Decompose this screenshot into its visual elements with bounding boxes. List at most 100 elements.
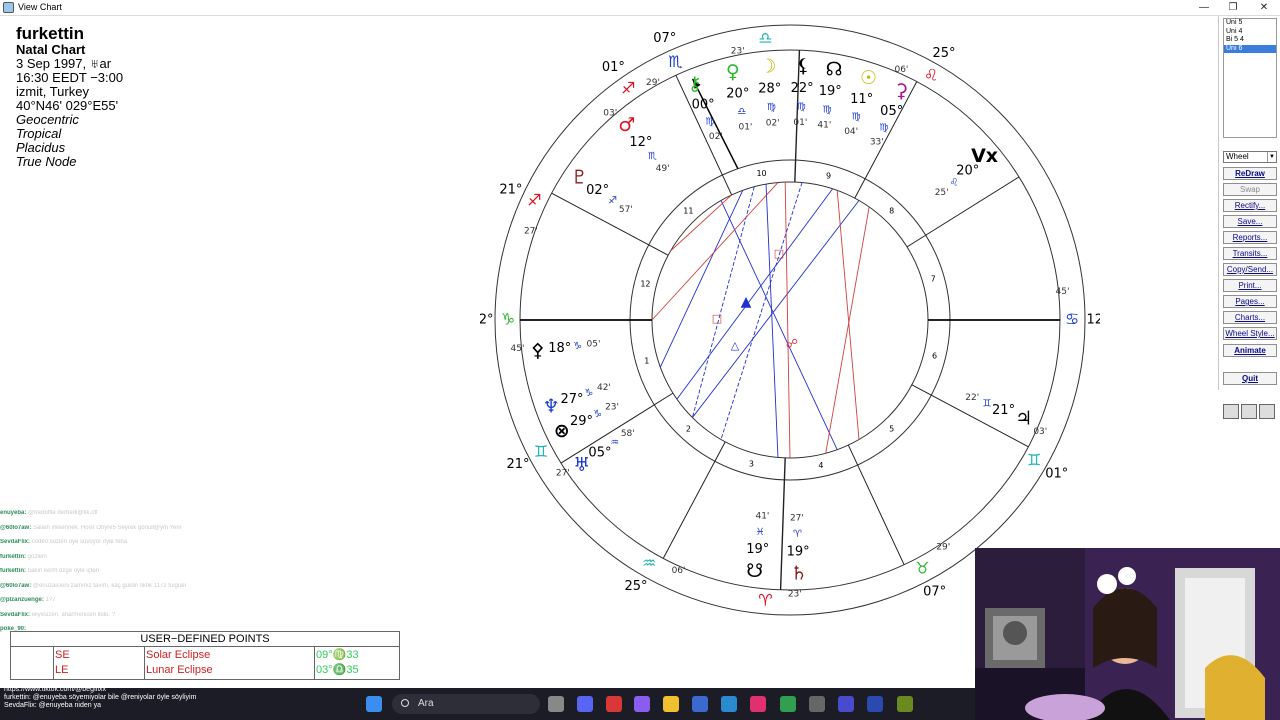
planet-degree: 02° (586, 183, 609, 198)
zodiac-sign-icon: ♊ (1027, 451, 1041, 470)
maximize-button[interactable]: ❐ (1219, 0, 1247, 15)
quit-button[interactable]: Quit (1223, 372, 1277, 385)
planet-sign-icon: ♍ (852, 111, 861, 122)
aspect-line (692, 200, 860, 418)
printer-icon[interactable] (1241, 404, 1257, 419)
obs-icon[interactable] (809, 696, 825, 712)
stream-overlay-text: https://www.tiktok.com/@begflixx furkett… (4, 686, 196, 710)
tiktok-icon[interactable] (750, 696, 766, 712)
planet-degree: 27° (560, 392, 583, 407)
close-button[interactable]: ✕ (1250, 0, 1278, 15)
cusp-degree: 07° (653, 31, 676, 46)
planet-sign-icon: ♑ (593, 409, 602, 420)
udp-position: 09°♍33 (316, 649, 359, 661)
chart-person-name: furkettin (16, 24, 84, 43)
planet-sign-icon: ♐ (608, 195, 617, 206)
file-explorer-icon[interactable] (663, 696, 679, 712)
house-number: 11 (683, 207, 693, 216)
house-number: 9 (826, 172, 831, 181)
chat-username: @60lo7aw: (0, 524, 33, 531)
pages-button[interactable]: Pages... (1223, 295, 1277, 308)
overlay-line: SevdaFlix: @enuyeba niden ya (4, 702, 101, 709)
stream-chat-overlay: enuyeba: @Iredoffie derbedi@tik.off @60lo… (0, 510, 270, 710)
cusp-minutes: 27' (556, 469, 570, 479)
search-placeholder: Ara (418, 698, 434, 709)
cusp-degree: 01° (602, 60, 625, 75)
chat-text: @enuzaisieni zamınız tavırlı, kaç güldir… (32, 582, 186, 589)
chat-username: @plzanzuenge: (0, 597, 46, 603)
chart-list-item[interactable]: Uni 6 (1224, 44, 1276, 53)
save-button[interactable]: Save... (1223, 215, 1277, 228)
discord-icon[interactable] (577, 696, 593, 712)
zodiac-sign-icon: ♏ (668, 52, 682, 71)
chat-username: furkettin: (0, 553, 28, 560)
redraw-button[interactable]: ReDraw (1223, 167, 1277, 180)
house-number: 7 (931, 274, 936, 283)
globe-icon[interactable] (1259, 404, 1275, 419)
l-app-icon[interactable] (867, 696, 883, 712)
print-button[interactable]: Print... (1223, 279, 1277, 292)
chart-list-item[interactable]: Bi 5 4 (1224, 36, 1276, 45)
cusp-degree: 06° (752, 619, 775, 620)
reports-button[interactable]: Reports... (1223, 231, 1277, 244)
copilot-icon[interactable] (634, 696, 650, 712)
udp-name: Lunar Eclipse (146, 664, 213, 676)
outlook-icon[interactable] (721, 696, 737, 712)
planet-degree: 00° (692, 97, 715, 112)
aspect-square-icon: □ (774, 247, 784, 260)
planet-sign-icon: ♈ (793, 529, 802, 540)
aspect-line (676, 188, 834, 400)
natal-chart-wheel[interactable]: 12345678910111206°♎23'25°♌06'12°♋45'01°♊… (480, 20, 1100, 620)
chat-username: @60lo7aw: (0, 582, 33, 589)
planet-minutes: 23' (605, 402, 619, 412)
chat-text: eliyesizen, aharmenicen liblu. ? (31, 611, 116, 618)
store-icon[interactable] (692, 696, 708, 712)
taskbar-search[interactable]: Ara (392, 694, 540, 714)
monitor-icon[interactable] (1223, 404, 1239, 419)
transits-button[interactable]: Transits... (1223, 247, 1277, 260)
planet-minutes: 01' (738, 123, 752, 133)
planet-sign-icon: ♍ (767, 102, 776, 113)
start-icon[interactable] (366, 696, 382, 712)
swap-button[interactable]: Swap (1223, 183, 1277, 196)
chart-list-item[interactable]: Uni 4 (1224, 28, 1276, 37)
chart-list-item[interactable]: Uni 5 (1224, 19, 1276, 28)
vpn-icon[interactable] (838, 696, 854, 712)
planet-minutes: 42' (597, 383, 611, 393)
chevron-down-icon[interactable]: ▼ (1267, 152, 1276, 162)
chat-message: enuyeba: @Iredoffie derbedi@tik.off (0, 510, 270, 518)
chat-username: SevdaFlix: (0, 611, 32, 618)
solar-fire-icon[interactable] (897, 696, 913, 712)
chart-list[interactable]: Uni 5 Uni 4 Bi 5 4 Uni 6 (1223, 18, 1277, 138)
aspect-opposition-icon: ☍ (786, 337, 798, 351)
task-view-icon[interactable] (548, 696, 564, 712)
house-number: 3 (749, 459, 754, 468)
chat-text: codeo sözlen öye süvüyor öyle fena (31, 539, 128, 545)
house-number: 2 (686, 424, 691, 433)
tf-app-icon[interactable] (606, 696, 622, 712)
cusp-minutes: 23' (731, 47, 745, 57)
planet-minutes: 01' (793, 118, 807, 128)
house-cusp-line (906, 176, 1020, 248)
chrome-icon[interactable] (780, 696, 796, 712)
minimize-button[interactable]: — (1190, 0, 1218, 15)
planet-minutes: 41' (755, 512, 769, 522)
overlay-line: furkettin: @enuyeba söyemiyolar bile @re… (4, 694, 197, 701)
animate-button[interactable]: Animate (1223, 344, 1277, 357)
house-number: 1 (644, 357, 649, 366)
rectify-button[interactable]: Rectify... (1223, 199, 1277, 212)
charts-button[interactable]: Charts... (1223, 311, 1277, 324)
copysend-button[interactable]: Copy/Send... (1223, 263, 1277, 276)
wheelstyle-button[interactable]: Wheel Style... (1223, 327, 1277, 340)
udp-row: SE Solar Eclipse 09°♍33 (11, 648, 399, 663)
zodiac-sign-icon: ♉ (915, 558, 929, 577)
house-number: 6 (932, 352, 937, 361)
planet-minutes: 04' (844, 127, 858, 137)
planet-sign-icon: ♑ (573, 341, 582, 352)
wheel-style-select[interactable]: Wheel ▼ (1223, 151, 1277, 163)
chat-message: @plzanzuenge: 1?7 (0, 597, 270, 605)
planet-degree: 20° (956, 163, 979, 178)
planet-sign-icon: ♍ (705, 117, 714, 128)
cusp-degree: 06° (752, 20, 775, 21)
search-icon (401, 699, 409, 707)
